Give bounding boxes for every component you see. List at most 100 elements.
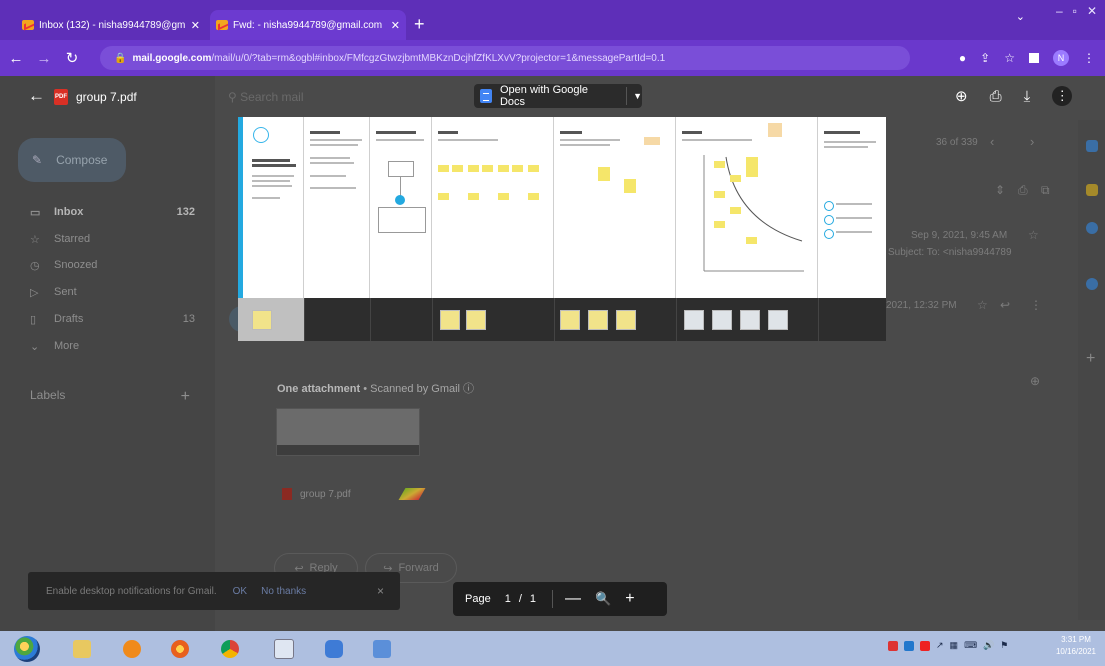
nav-item-more[interactable]: ⌄ More xyxy=(30,340,195,353)
new-tab-plus-icon[interactable]: + xyxy=(414,14,425,35)
print-icon[interactable]: ⎙ xyxy=(990,88,1002,105)
tray-app-icon[interactable] xyxy=(904,640,914,651)
add-to-drive-icon[interactable]: ⊕ xyxy=(1030,374,1040,388)
nav-item-snoozed[interactable]: ◷ Snoozed xyxy=(30,259,195,272)
tray-app-icon[interactable] xyxy=(888,640,898,651)
add-addon-icon[interactable]: + xyxy=(1086,350,1095,368)
nav-label: Snoozed xyxy=(54,259,98,271)
reply-icon[interactable]: ↩ xyxy=(1000,298,1010,312)
viewer-back-arrow-icon[interactable]: ← xyxy=(28,86,45,106)
more-options-icon[interactable]: ⋮ xyxy=(1052,86,1073,106)
windows-start-icon[interactable] xyxy=(14,636,40,662)
thumbnail-square[interactable] xyxy=(740,310,760,330)
forward-arrow-icon[interactable]: → xyxy=(32,50,56,67)
system-clock[interactable]: 3:31 PM 10/16/2021 xyxy=(1050,634,1102,658)
bookmark-star-icon[interactable]: ☆ xyxy=(1004,51,1015,65)
presentation-app-icon[interactable] xyxy=(368,636,396,662)
open-with-label: Open with Google Docs xyxy=(499,84,589,108)
thumbnail-square[interactable] xyxy=(712,310,732,330)
thumbnail-square[interactable] xyxy=(440,310,460,330)
thumbnail-square[interactable] xyxy=(768,310,788,330)
calendar-icon[interactable] xyxy=(1086,140,1098,152)
nav-item-sent[interactable]: ▷ Sent xyxy=(30,286,195,299)
download-icon[interactable]: ⤓ xyxy=(1024,88,1031,105)
snackbar-close-icon[interactable]: × xyxy=(377,584,384,598)
compose-button[interactable]: ✎ Compose xyxy=(18,138,126,182)
attachment-thumbnail[interactable] xyxy=(276,408,420,456)
chrome-icon[interactable] xyxy=(216,636,244,662)
panel-text-line xyxy=(682,139,752,141)
firefox-icon[interactable] xyxy=(166,636,194,662)
calculator-app-icon[interactable] xyxy=(270,636,298,662)
send-icon: ▷ xyxy=(30,287,39,299)
prev-chevron-icon[interactable]: ‹ xyxy=(990,134,994,149)
star-icon[interactable]: ☆ xyxy=(1028,228,1039,242)
network-icon[interactable]: ▦ xyxy=(950,640,959,651)
url-input[interactable]: 🔒 mail.google.com /mail/u/0/?tab=rm&ogbl… xyxy=(100,46,910,70)
pdf-panel-3 xyxy=(370,117,432,298)
snackbar-ok-button[interactable]: OK xyxy=(233,586,247,597)
zoom-out-button[interactable]: — xyxy=(565,590,581,608)
panel-text-line xyxy=(310,157,350,159)
location-icon[interactable]: ● xyxy=(959,51,966,65)
snackbar-no-thanks-button[interactable]: No thanks xyxy=(261,586,306,597)
extension-icon[interactable] xyxy=(1029,53,1039,63)
thumbnail-square[interactable] xyxy=(560,310,580,330)
print-icon[interactable]: ⎙ xyxy=(1018,183,1028,198)
sticky-note xyxy=(438,193,449,200)
panel-text-line xyxy=(376,139,424,141)
window-close-icon[interactable]: ✕ xyxy=(1087,4,1097,18)
profile-avatar[interactable]: N xyxy=(1053,50,1069,66)
tasks-icon[interactable] xyxy=(1086,222,1098,234)
add-label-icon[interactable]: + xyxy=(181,388,190,406)
tray-app-icon[interactable] xyxy=(920,640,930,651)
tray-arrow-icon[interactable]: ↗ xyxy=(936,640,944,651)
tab-inbox[interactable]: Inbox (132) - nisha9944789@gm ✕ xyxy=(16,10,206,40)
close-icon[interactable]: ✕ xyxy=(191,19,200,32)
tab-search-chevron-icon[interactable]: ⌄ xyxy=(1016,10,1025,23)
back-arrow-icon[interactable]: ← xyxy=(4,50,28,67)
thumbnail-square[interactable] xyxy=(684,310,704,330)
lock-icon: 🔒 xyxy=(114,52,127,64)
open-new-window-icon[interactable]: ⧉ xyxy=(1041,183,1050,198)
contacts-icon[interactable] xyxy=(1086,278,1098,290)
total-pages: 1 xyxy=(529,593,537,605)
media-player-icon[interactable] xyxy=(118,636,146,662)
flag-icon[interactable]: ⚑ xyxy=(1000,640,1008,651)
restore-icon[interactable]: ▫ xyxy=(1073,4,1077,18)
drive-icon[interactable] xyxy=(398,488,426,500)
thumbnail-square[interactable] xyxy=(616,310,636,330)
star-icon[interactable]: ☆ xyxy=(977,298,988,312)
teams-app-icon[interactable] xyxy=(320,636,348,662)
attachment-file-chip[interactable]: group 7.pdf xyxy=(282,487,426,501)
keyboard-icon[interactable]: ⌨ xyxy=(964,640,977,651)
thumbnail-square[interactable] xyxy=(252,310,272,330)
nav-item-starred[interactable]: ☆ Starred xyxy=(30,233,195,246)
next-chevron-icon[interactable]: › xyxy=(1030,134,1034,149)
thumbnail-square[interactable] xyxy=(466,310,486,330)
url-host: mail.google.com xyxy=(132,52,212,64)
expand-icon[interactable]: ⇕ xyxy=(995,183,1005,197)
pdf-document-view[interactable] xyxy=(238,117,886,341)
nav-item-inbox[interactable]: ▭ Inbox 132 xyxy=(30,206,195,219)
add-to-drive-icon[interactable]: ⊕ xyxy=(955,87,968,105)
current-page-input[interactable]: 1 xyxy=(505,593,511,605)
minimize-icon[interactable]: – xyxy=(1056,4,1063,18)
chevron-down-icon[interactable]: ▼ xyxy=(633,91,642,101)
share-icon[interactable]: ⇪ xyxy=(980,51,990,65)
thumbnail-square[interactable] xyxy=(588,310,608,330)
zoom-icon[interactable]: 🔍 xyxy=(595,591,611,607)
nav-item-drafts[interactable]: ▯ Drafts 13 xyxy=(30,313,195,326)
browser-menu-icon[interactable]: ⋮ xyxy=(1083,51,1095,65)
reload-icon[interactable]: ↻ xyxy=(60,49,84,67)
attachment-title: One attachment xyxy=(277,383,361,395)
tab-fwd-email[interactable]: Fwd: - nisha9944789@gmail.com ✕ xyxy=(210,10,406,40)
keep-icon[interactable] xyxy=(1086,184,1098,196)
volume-icon[interactable]: 🔊 xyxy=(983,640,994,651)
file-explorer-icon[interactable] xyxy=(68,636,96,662)
more-vert-icon[interactable]: ⋮ xyxy=(1030,298,1042,312)
close-icon[interactable]: ✕ xyxy=(391,19,400,32)
attachment-filename: group 7.pdf xyxy=(300,488,351,500)
open-with-google-docs-button[interactable]: Open with Google Docs ▼ xyxy=(474,84,642,108)
zoom-in-button[interactable]: + xyxy=(625,590,634,608)
